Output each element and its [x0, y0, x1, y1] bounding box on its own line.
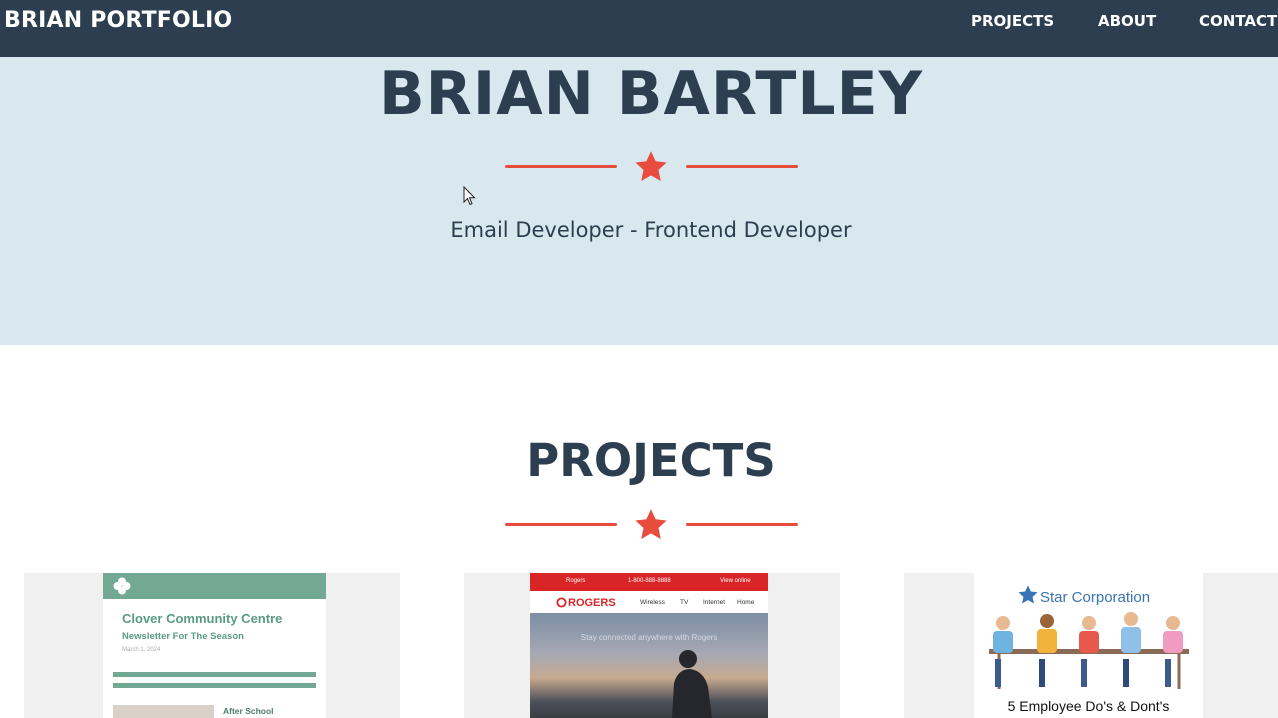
hero-divider [505, 149, 798, 185]
email-nav-item: Home [737, 599, 755, 606]
divider-line [686, 165, 798, 168]
email-nav: ROGERS Wireless TV Internet Home [530, 591, 768, 613]
nav-link-contact[interactable]: CONTACT [1199, 12, 1277, 30]
hero-subtitle: Email Developer - Frontend Developer [450, 218, 852, 242]
star-corp-title: Star Corporation [1040, 589, 1151, 606]
divider-bar [113, 672, 316, 677]
navbar: BRIAN PORTFOLIO PROJECTS ABOUT CONTACT [0, 0, 1278, 57]
brand-link[interactable]: BRIAN PORTFOLIO [4, 8, 232, 33]
project-card-rogers[interactable]: Rogers 1-800-888-8888 View online ROGERS… [464, 573, 840, 718]
email-nav-item: Internet [703, 599, 726, 606]
projects-divider [505, 507, 798, 543]
article-image [113, 705, 214, 718]
top-bar-phone: 1-800-888-8888 [628, 578, 671, 584]
cursor-icon [463, 186, 476, 206]
email-nav-item: TV [680, 599, 689, 606]
divider-bar [113, 683, 316, 688]
project-card-clover[interactable]: Clover Community Centre Newsletter For T… [24, 573, 400, 718]
star-icon [635, 151, 667, 181]
nav-link-about[interactable]: ABOUT [1098, 12, 1156, 30]
top-bar-rogers: Rogers [566, 578, 586, 584]
email-nav-item: Wireless [640, 599, 665, 606]
star-icon [1018, 585, 1038, 604]
divider-line [505, 523, 617, 526]
email-hero-image: Stay connected anywhere with Rogers [530, 613, 768, 718]
email-top-bar: Rogers 1-800-888-8888 View online [530, 573, 768, 591]
clover-icon [113, 577, 131, 595]
newsletter-subtitle: Newsletter For The Season [122, 631, 244, 642]
hero-name: BRIAN BARTLEY [378, 59, 924, 129]
newsletter-header [103, 573, 326, 599]
hero-section: BRIAN BARTLEY Email Developer - Frontend… [0, 57, 1278, 345]
article-heading: After School [223, 706, 274, 716]
divider-line [686, 523, 798, 526]
project-thumbnail: Star Corporation 5 Employee Do's & Dont'… [974, 573, 1203, 718]
rogers-logo: ROGERS [568, 597, 616, 609]
divider-line [505, 165, 617, 168]
top-bar-view-online: View online [720, 578, 751, 584]
newsletter-date: March 1, 2024 [122, 647, 161, 653]
star-corp-caption: 5 Employee Do's & Dont's [1007, 698, 1170, 714]
newsletter-title: Clover Community Centre [122, 611, 283, 626]
rogers-logo-icon [556, 597, 567, 608]
projects-title: PROJECTS [526, 434, 776, 487]
people-illustration [989, 612, 1189, 689]
person-silhouette [672, 650, 712, 718]
nav-link-projects[interactable]: PROJECTS [971, 12, 1054, 30]
project-thumbnail: Rogers 1-800-888-8888 View online ROGERS… [530, 573, 768, 718]
star-icon [635, 509, 667, 539]
email-hero-headline: Stay connected anywhere with Rogers [580, 633, 718, 642]
project-thumbnail: Clover Community Centre Newsletter For T… [103, 573, 326, 718]
project-card-star-corp[interactable]: Star Corporation 5 Employee Do's & Dont'… [904, 573, 1278, 718]
